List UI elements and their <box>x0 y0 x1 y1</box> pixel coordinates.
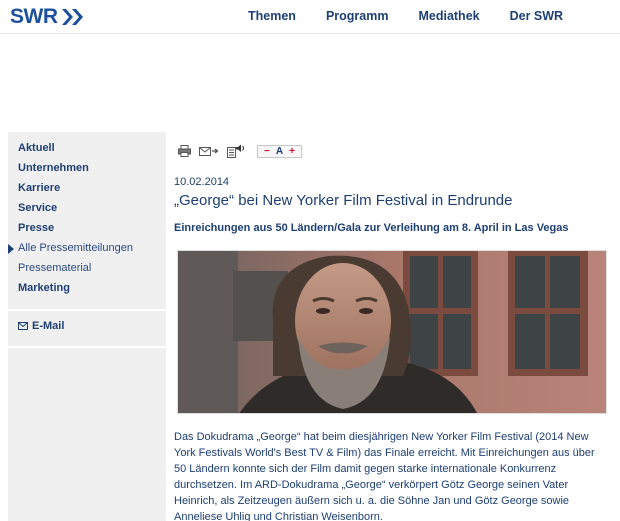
article-headline: „George“ bei New Yorker Film Festival in… <box>174 192 513 209</box>
article-photo[interactable] <box>177 250 607 414</box>
font-increase-button[interactable]: + <box>289 146 295 157</box>
swr-logo[interactable]: SWR <box>10 5 86 29</box>
nav-themen[interactable]: Themen <box>248 9 296 23</box>
sidebar-divider <box>8 346 166 348</box>
sidebar-item-pressematerial[interactable]: Pressematerial <box>8 258 166 278</box>
logo-chevrons-icon <box>61 9 83 25</box>
nav-der-swr[interactable]: Der SWR <box>510 9 563 23</box>
email-link[interactable]: E-Mail <box>18 320 64 332</box>
nav-programm[interactable]: Programm <box>326 9 389 23</box>
sidebar-item-marketing[interactable]: Marketing <box>8 278 166 298</box>
nav-mediathek[interactable]: Mediathek <box>418 9 479 23</box>
font-size-label: A <box>275 145 284 157</box>
sidebar-item-unternehmen[interactable]: Unternehmen <box>8 158 166 178</box>
portrait-image <box>178 251 606 413</box>
font-size-control: − A + <box>257 144 302 158</box>
sidebar-item-presse[interactable]: Presse <box>8 218 166 238</box>
sidebar-item-service[interactable]: Service <box>8 198 166 218</box>
article-body: Das Dokudrama „George“ hat beim diesjähr… <box>174 431 595 521</box>
send-email-button[interactable] <box>199 145 219 157</box>
envelope-icon <box>18 322 28 330</box>
sidebar-divider <box>8 309 166 311</box>
logo-text: SWR <box>10 5 58 28</box>
article-toolbar: − A + <box>178 143 302 159</box>
active-arrow-icon <box>8 244 14 254</box>
sidebar-nav: Aktuell Unternehmen Karriere Service Pre… <box>8 132 166 298</box>
font-decrease-button[interactable]: − <box>264 146 270 157</box>
article-date: 10.02.2014 <box>174 176 230 188</box>
sidebar-item-alle-pressemitteilungen[interactable]: Alle Pressemitteilungen <box>8 238 166 258</box>
sidebar-item-label: Alle Pressemitteilungen <box>18 242 133 254</box>
read-aloud-icon <box>227 144 244 158</box>
site-header: SWR Themen Programm Mediathek Der SWR <box>0 0 620 34</box>
article-content: − A + 10.02.2014 „George“ bei New Yorker… <box>168 132 620 521</box>
read-aloud-button[interactable] <box>227 144 245 158</box>
sidebar: Aktuell Unternehmen Karriere Service Pre… <box>8 132 166 521</box>
sidebar-item-aktuell[interactable]: Aktuell <box>8 138 166 158</box>
main-navigation: Themen Programm Mediathek Der SWR <box>248 9 593 23</box>
print-icon <box>178 145 191 157</box>
article-subheadline: Einreichungen aus 50 Ländern/Gala zur Ve… <box>174 222 569 234</box>
email-label: E-Mail <box>32 320 65 332</box>
email-icon <box>199 147 219 156</box>
print-button[interactable] <box>178 145 191 157</box>
sidebar-item-karriere[interactable]: Karriere <box>8 178 166 198</box>
banner-space <box>0 35 620 130</box>
